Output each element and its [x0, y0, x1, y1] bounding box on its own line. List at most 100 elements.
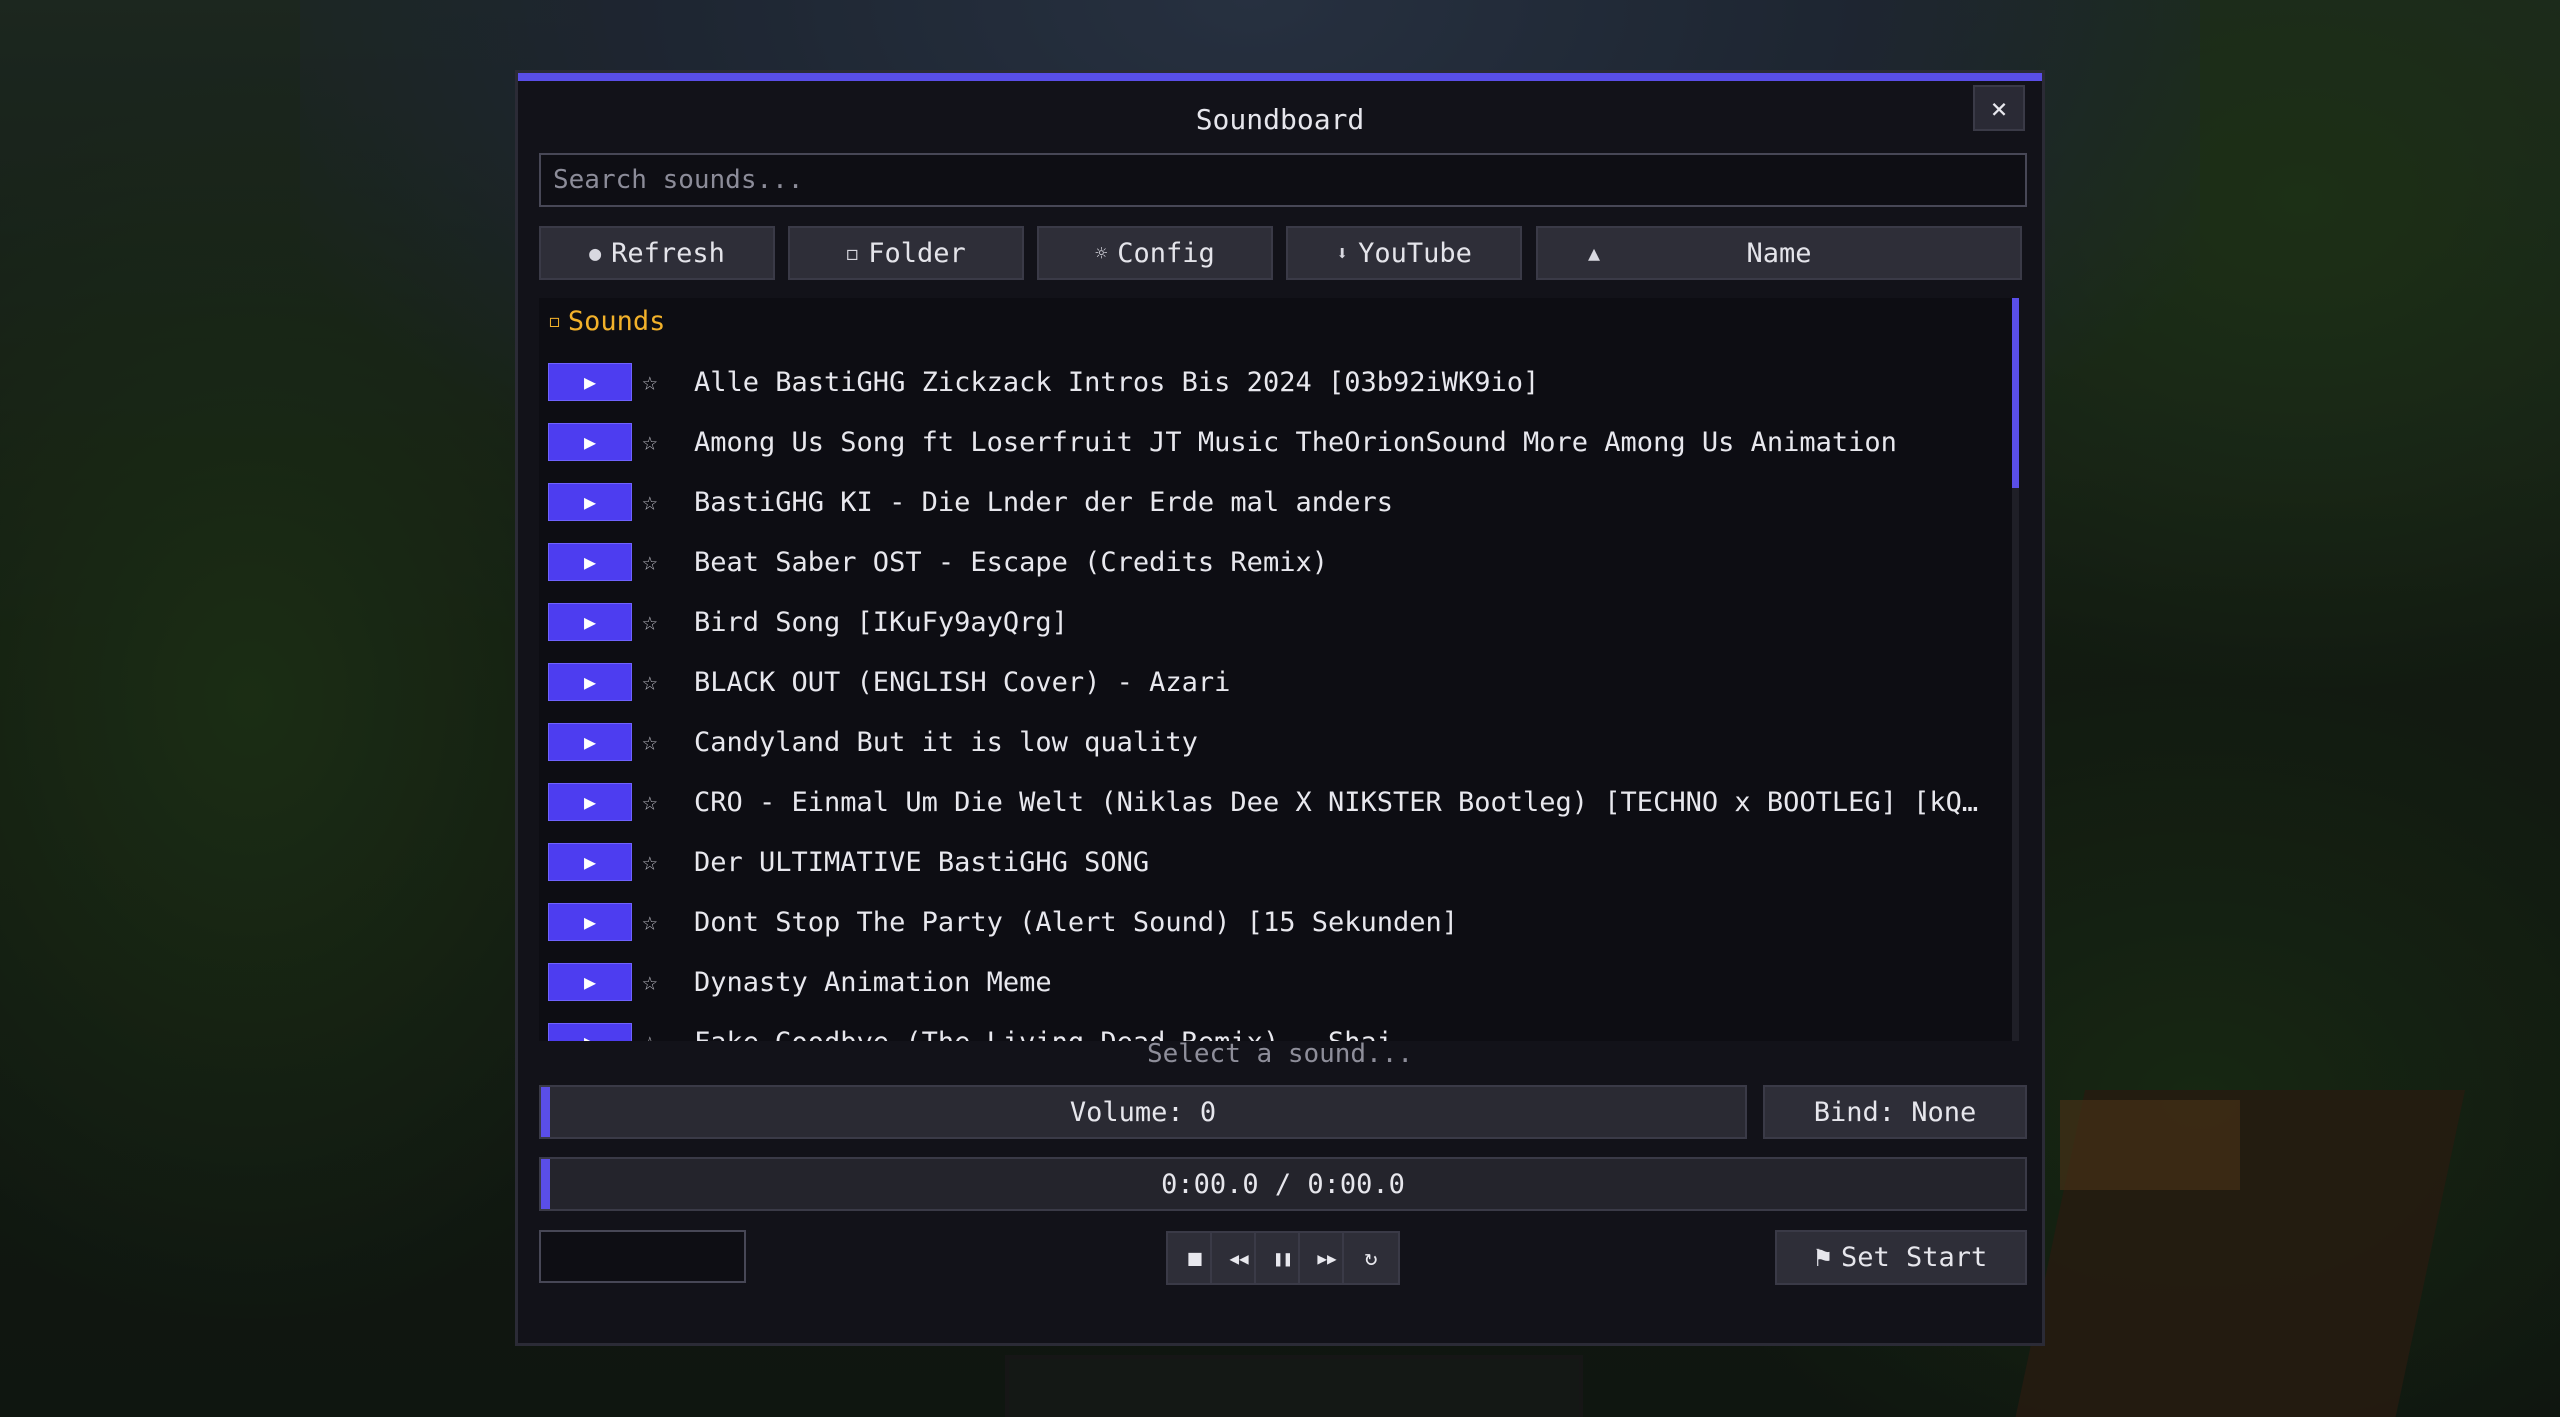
sound-row[interactable]: ▶ ☆ BLACK OUT (ENGLISH Cover) - Azari — [539, 652, 1999, 712]
status-text: Select a sound... — [1146, 1039, 1414, 1069]
sound-row[interactable]: ▶ ☆ Dont Stop The Party (Alert Sound) [15 … — [539, 892, 1999, 952]
gear-icon: ☼ — [1095, 241, 1108, 265]
bind-label: Bind: None — [1813, 1096, 1977, 1128]
sort-button[interactable]: ▲ Name — [1536, 226, 2022, 280]
start-time-input[interactable] — [539, 1230, 746, 1283]
window-title: Soundboard — [1195, 103, 1365, 136]
folder-header[interactable]: ◻ Sounds — [549, 306, 665, 337]
sort-label: Name — [1746, 237, 1812, 269]
sound-row[interactable]: ▶ ☆ Among Us Song ft Loserfruit JT Music T… — [539, 412, 1999, 472]
youtube-button[interactable]: ⬇ YouTube — [1286, 226, 1522, 280]
sound-name: Alle BastiGHG Zickzack Intros Bis 2024 [… — [694, 366, 1540, 398]
playback-timeline[interactable]: 0:00.0 / 0:00.0 — [539, 1157, 2027, 1211]
sound-name: Dont Stop The Party (Alert Sound) [15 Se… — [694, 906, 1459, 938]
sound-row[interactable]: ▶ ☆ Dynasty Animation Meme — [539, 952, 1999, 1012]
play-button[interactable]: ▶ — [548, 963, 632, 1001]
download-icon: ⬇ — [1336, 241, 1349, 265]
play-button[interactable]: ▶ — [548, 663, 632, 701]
bind-button[interactable]: Bind: None — [1763, 1085, 2027, 1139]
play-button[interactable]: ▶ — [548, 843, 632, 881]
play-button[interactable]: ▶ — [548, 363, 632, 401]
play-button[interactable]: ▶ — [548, 903, 632, 941]
star-icon[interactable]: ☆ — [642, 847, 658, 877]
sound-row[interactable]: ▶ ☆ CRO - Einmal Um Die Welt (Niklas Dee X… — [539, 772, 1999, 832]
play-button[interactable]: ▶ — [548, 603, 632, 641]
volume-slider[interactable]: Volume: 0 — [539, 1085, 1747, 1139]
time-label: 0:00.0 / 0:00.0 — [1161, 1168, 1405, 1200]
folder-label: Sounds — [567, 306, 666, 337]
rewind-icon: ◀◀ — [1229, 1248, 1249, 1268]
refresh-icon: ● — [589, 241, 602, 265]
sound-row[interactable]: ▶ ☆ Alle BastiGHG Zickzack Intros Bis 2024… — [539, 352, 1999, 412]
sound-name: Der ULTIMATIVE BastiGHG SONG — [694, 846, 1150, 878]
sound-row[interactable]: ▶ ☆ BastiGHG KI - Die Lnder der Erde mal a… — [539, 472, 1999, 532]
loop-icon: ↻ — [1364, 1245, 1378, 1271]
refresh-label: Refresh — [611, 237, 725, 269]
flag-icon: ⚑ — [1814, 1242, 1831, 1273]
timeline-fill — [541, 1159, 550, 1209]
forward-icon: ▶▶ — [1317, 1248, 1337, 1268]
pause-icon: ❚❚ — [1273, 1248, 1293, 1268]
sound-row[interactable]: ▶ ☆ Bird Song [IKuFy9ayQrg] — [539, 592, 1999, 652]
play-icon: ▶ — [583, 970, 597, 994]
star-icon[interactable]: ☆ — [642, 727, 658, 757]
play-icon: ▶ — [583, 850, 597, 874]
star-icon[interactable]: ☆ — [642, 607, 658, 637]
sound-name: CRO - Einmal Um Die Welt (Niklas Dee X N… — [694, 786, 1984, 818]
sound-row[interactable]: ▶☆Fake Goodbye (The Living Dead Remix) -… — [539, 1012, 1999, 1041]
stop-icon: ■ — [1188, 1245, 1202, 1271]
config-label: Config — [1117, 237, 1215, 269]
loop-button[interactable]: ↻ — [1342, 1231, 1400, 1285]
scrollbar[interactable] — [2012, 298, 2019, 1041]
play-icon: ▶ — [583, 370, 597, 394]
star-icon[interactable]: ☆ — [642, 667, 658, 697]
star-icon[interactable]: ☆ — [642, 487, 658, 517]
scrollbar-thumb[interactable] — [2012, 298, 2019, 488]
sound-list: ◻ Sounds ▶ ☆ Alle BastiGHG Zickzack Intros… — [539, 298, 2018, 1041]
play-icon: ▶ — [583, 910, 597, 934]
star-icon[interactable]: ☆ — [642, 427, 658, 457]
play-button[interactable]: ▶ — [548, 783, 632, 821]
play-button[interactable]: ▶ — [548, 423, 632, 461]
star-icon[interactable]: ☆ — [642, 367, 658, 397]
star-icon[interactable]: ☆ — [642, 547, 658, 577]
youtube-label: YouTube — [1358, 237, 1472, 269]
sort-direction-icon: ▲ — [1588, 241, 1601, 265]
star-icon[interactable]: ☆ — [642, 907, 658, 937]
play-button[interactable]: ▶ — [548, 543, 632, 581]
sound-name: Beat Saber OST - Escape (Credits Remix) — [694, 546, 1328, 578]
sound-row[interactable]: ▶ ☆ Beat Saber OST - Escape (Credits Remix… — [539, 532, 1999, 592]
close-button[interactable]: × — [1973, 85, 2025, 131]
sound-name: BastiGHG KI - Die Lnder der Erde mal and… — [694, 486, 1393, 518]
play-button[interactable]: ▶ — [548, 483, 632, 521]
sound-row[interactable]: ▶ ☆ Candyland But it is low quality — [539, 712, 1999, 772]
play-icon: ▶ — [583, 730, 597, 754]
play-button[interactable]: ▶ — [548, 723, 632, 761]
play-icon: ▶ — [583, 610, 597, 634]
refresh-button[interactable]: ● Refresh — [539, 226, 775, 280]
play-icon: ▶ — [583, 670, 597, 694]
sound-row[interactable]: ▶ ☆ Der ULTIMATIVE BastiGHG SONG — [539, 832, 1999, 892]
set-start-button[interactable]: ⚑ Set Start — [1775, 1230, 2027, 1285]
volume-label: Volume: 0 — [1069, 1096, 1217, 1128]
sound-name: Bird Song [IKuFy9ayQrg] — [694, 606, 1068, 638]
folder-icon: ◻ — [549, 311, 560, 332]
volume-fill — [541, 1087, 550, 1137]
play-icon: ▶ — [583, 430, 597, 454]
accent-bar — [518, 73, 2042, 81]
folder-button[interactable]: ◻ Folder — [788, 226, 1024, 280]
close-icon: × — [1990, 91, 2008, 125]
star-icon[interactable]: ☆ — [642, 787, 658, 817]
soundboard-window: Soundboard × ● Refresh ◻ Folder ☼ Config… — [515, 70, 2045, 1346]
folder-icon: ◻ — [846, 241, 859, 265]
sound-name: Dynasty Animation Meme — [694, 966, 1052, 998]
config-button[interactable]: ☼ Config — [1037, 226, 1273, 280]
sound-name: Among Us Song ft Loserfruit JT Music The… — [694, 426, 1897, 458]
play-icon: ▶ — [583, 490, 597, 514]
set-start-label: Set Start — [1840, 1242, 1988, 1273]
play-icon: ▶ — [583, 550, 597, 574]
sound-name: Candyland But it is low quality — [694, 726, 1198, 758]
star-icon[interactable]: ☆ — [642, 967, 658, 997]
search-input[interactable] — [539, 153, 2027, 207]
sound-name: BLACK OUT (ENGLISH Cover) - Azari — [694, 666, 1231, 698]
